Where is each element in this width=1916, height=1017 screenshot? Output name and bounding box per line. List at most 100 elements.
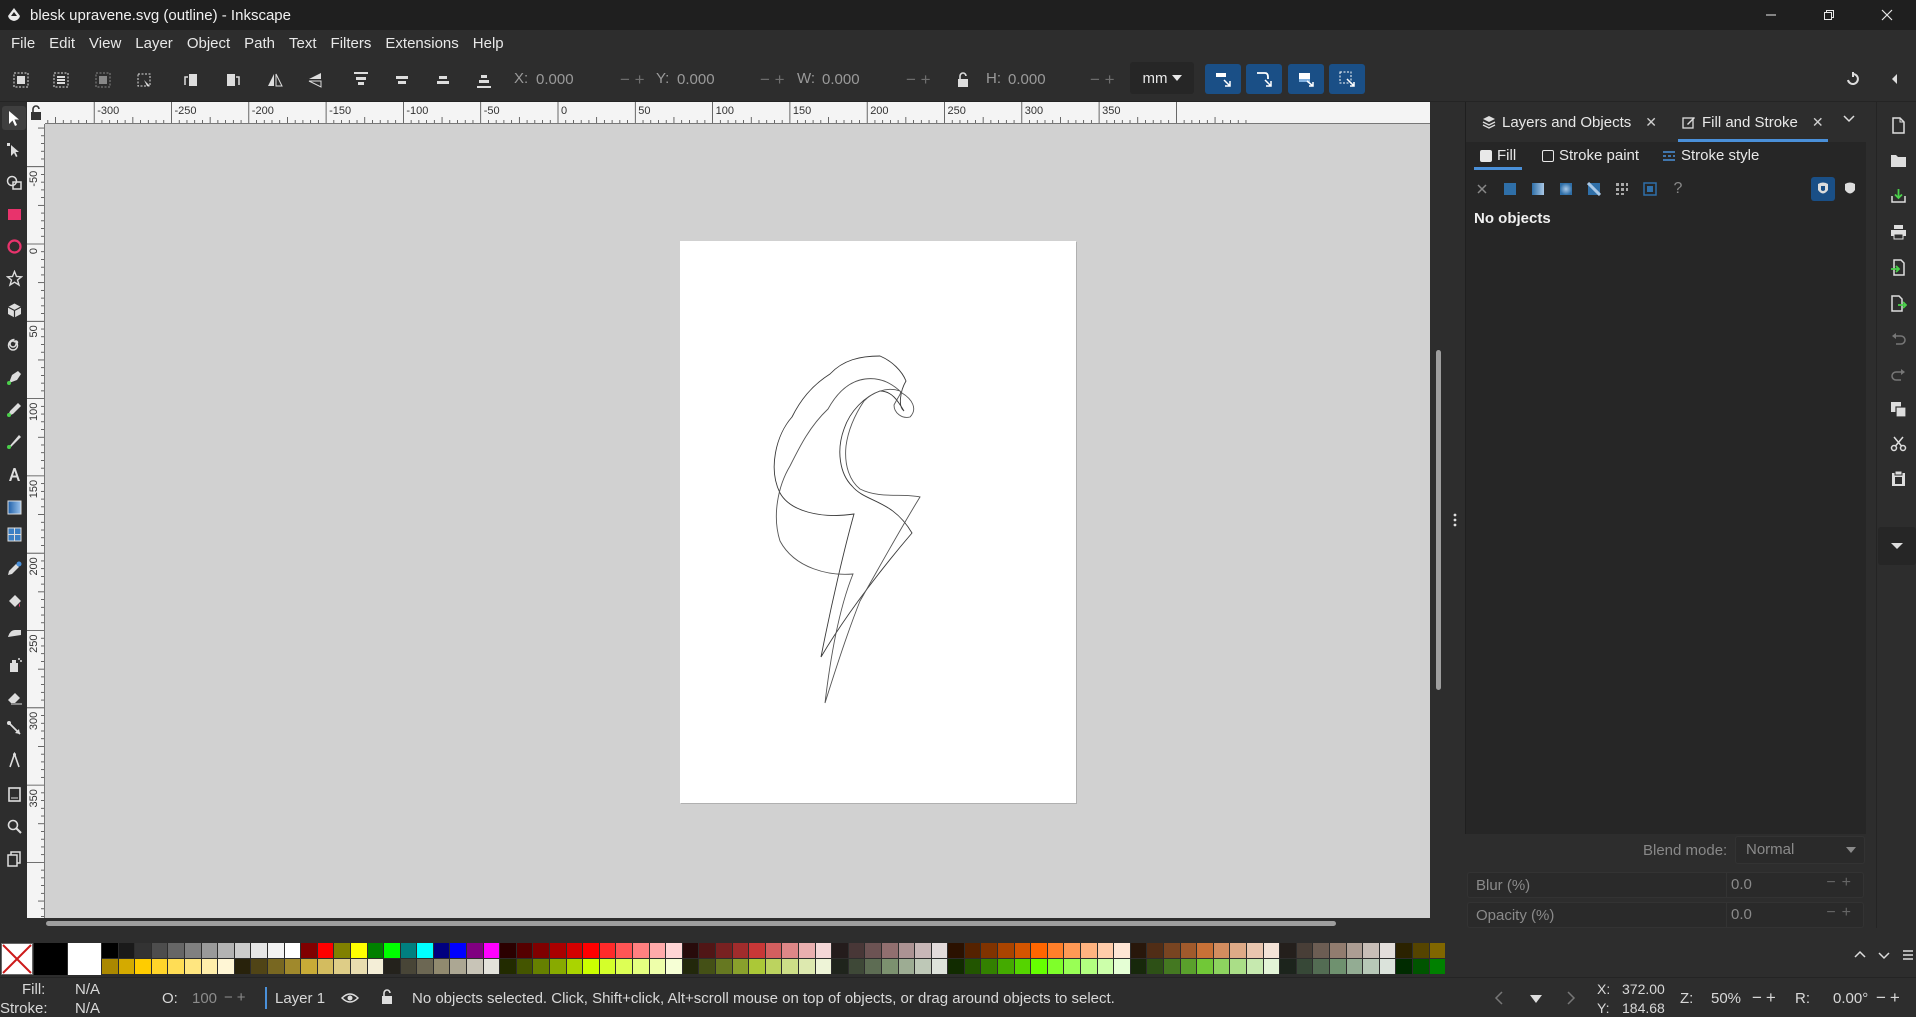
zoom-stepper[interactable]: −+ [1752, 988, 1780, 1008]
palette-top-swatch[interactable] [483, 943, 501, 958]
scale-gradient-button[interactable] [1288, 64, 1324, 94]
palette-top-swatch[interactable] [815, 943, 833, 958]
black-swatch[interactable] [34, 943, 67, 975]
lock-ratio-button[interactable] [950, 67, 976, 93]
palette-bottom-swatch[interactable] [1280, 959, 1297, 974]
palette-bottom-swatch[interactable] [384, 959, 401, 974]
pattern-button[interactable] [1612, 179, 1632, 199]
fill-rule-evenodd-button[interactable] [1811, 177, 1835, 201]
palette-top-swatch[interactable] [583, 943, 600, 958]
no-color-swatch[interactable] [1, 943, 33, 975]
palette-top-swatch[interactable] [350, 943, 368, 958]
mesh-gradient-button[interactable] [1584, 179, 1604, 199]
palette-bottom-swatch[interactable] [1031, 959, 1048, 974]
palette-bottom-swatch[interactable] [1346, 959, 1364, 974]
palette-top-swatch[interactable] [135, 943, 152, 958]
palette-bottom-swatch[interactable] [301, 959, 318, 974]
palette-bottom-swatch[interactable] [1363, 959, 1380, 974]
palette-bottom-swatch[interactable] [1263, 959, 1281, 974]
swatch-button[interactable] [1640, 179, 1660, 199]
palette-top-swatch[interactable] [782, 943, 799, 958]
lower-to-bottom-button[interactable] [471, 67, 497, 93]
palette-bottom-swatch[interactable] [931, 959, 949, 974]
palette-top-swatch[interactable] [433, 943, 451, 958]
palette-bottom-swatch[interactable] [915, 959, 932, 974]
palette-bottom-swatch[interactable] [550, 959, 567, 974]
palette-top-swatch[interactable] [981, 943, 999, 958]
palette-bottom-swatch[interactable] [483, 959, 501, 974]
palette-top-swatch[interactable] [765, 943, 783, 958]
palette-bottom-swatch[interactable] [1429, 959, 1447, 974]
palette-bottom-swatch[interactable] [649, 959, 667, 974]
tab-close-icon[interactable]: ✕ [1645, 114, 1657, 131]
minimize-button[interactable] [1742, 0, 1800, 30]
document-page[interactable] [680, 241, 1076, 803]
palette-top-swatch[interactable] [450, 943, 468, 958]
palette-bottom-swatch[interactable] [848, 959, 866, 974]
palette-top-swatch[interactable] [151, 943, 169, 958]
palette-top-swatch[interactable] [218, 943, 235, 958]
palette-bottom-swatch[interactable] [566, 959, 584, 974]
palette-bottom-swatch[interactable] [1047, 959, 1065, 974]
chevron-down-icon[interactable] [1529, 994, 1543, 1004]
palette-bottom-swatch[interactable] [633, 959, 650, 974]
palette-bottom-swatch[interactable] [782, 959, 799, 974]
menu-icon[interactable] [1902, 949, 1914, 961]
palette-top-swatch[interactable] [1064, 943, 1082, 958]
palette-top-swatch[interactable] [1263, 943, 1281, 958]
palette-bottom-swatch[interactable] [500, 959, 517, 974]
tabs-menu-button[interactable] [1842, 112, 1856, 129]
palette-bottom-swatch[interactable] [516, 959, 534, 974]
selector-tool[interactable] [2, 106, 26, 130]
palette-bottom-swatch[interactable] [168, 959, 185, 974]
palette-bottom-swatch[interactable] [1246, 959, 1264, 974]
palette-bottom-swatch[interactable] [865, 959, 882, 974]
palette-bottom-swatch[interactable] [184, 959, 202, 974]
palette-top-swatch[interactable] [998, 943, 1015, 958]
vertical-ruler[interactable]: -50 0 50 100 150 200 250 300 350 [27, 124, 45, 918]
horizontal-scroll-thumb[interactable] [46, 921, 1336, 926]
palette-top-swatch[interactable] [500, 943, 517, 958]
rotate-cw-button[interactable] [220, 67, 246, 93]
menu-extensions[interactable]: Extensions [378, 30, 465, 58]
copy-button[interactable] [1887, 398, 1909, 420]
palette-bottom-swatch[interactable] [1130, 959, 1148, 974]
palette-top-swatch[interactable] [251, 943, 268, 958]
connector-tool[interactable] [2, 716, 26, 740]
palette-top-swatch[interactable] [550, 943, 567, 958]
subtab-fill[interactable]: Fill [1473, 147, 1523, 170]
more-commands-button[interactable] [1878, 527, 1916, 565]
palette-top-swatch[interactable] [715, 943, 733, 958]
palette-top-swatch[interactable] [1047, 943, 1065, 958]
palette-bottom-swatch[interactable] [533, 959, 551, 974]
palette-top-swatch[interactable] [798, 943, 816, 958]
w-stepper[interactable]: − + [906, 70, 931, 90]
palette-top-swatch[interactable] [1081, 943, 1098, 958]
lower-button[interactable] [430, 67, 456, 93]
menu-layer[interactable]: Layer [128, 30, 180, 58]
palette-top-swatch[interactable] [1147, 943, 1164, 958]
menu-object[interactable]: Object [180, 30, 237, 58]
opacity-slider[interactable]: Opacity (%) 0.0 −+ [1467, 902, 1864, 928]
palette-bottom-swatch[interactable] [599, 959, 617, 974]
tab-close-icon[interactable]: ✕ [1812, 114, 1824, 131]
new-document-button[interactable] [1887, 114, 1909, 136]
deselect-button[interactable] [131, 67, 157, 93]
palette-top-swatch[interactable] [898, 943, 916, 958]
palette-top-swatch[interactable] [118, 943, 136, 958]
chevron-up-icon[interactable] [1854, 949, 1866, 961]
blur-stepper[interactable]: −+ [1826, 874, 1857, 892]
opacity-value[interactable]: 100 [192, 990, 217, 1007]
palette-bottom-swatch[interactable] [135, 959, 152, 974]
dropper-tool[interactable] [2, 556, 26, 580]
subtab-stroke-style[interactable]: Stroke style [1662, 147, 1759, 164]
palette-top-swatch[interactable] [1313, 943, 1330, 958]
palette-top-swatch[interactable] [1379, 943, 1397, 958]
palette-top-swatch[interactable] [1097, 943, 1115, 958]
text-tool[interactable] [2, 462, 26, 486]
opacity-stepper[interactable]: −+ [224, 989, 250, 1006]
palette-bottom-swatch[interactable] [1081, 959, 1098, 974]
opacity-stepper[interactable]: −+ [1826, 904, 1857, 922]
palette-bottom-swatch[interactable] [467, 959, 484, 974]
white-swatch[interactable] [68, 943, 101, 975]
